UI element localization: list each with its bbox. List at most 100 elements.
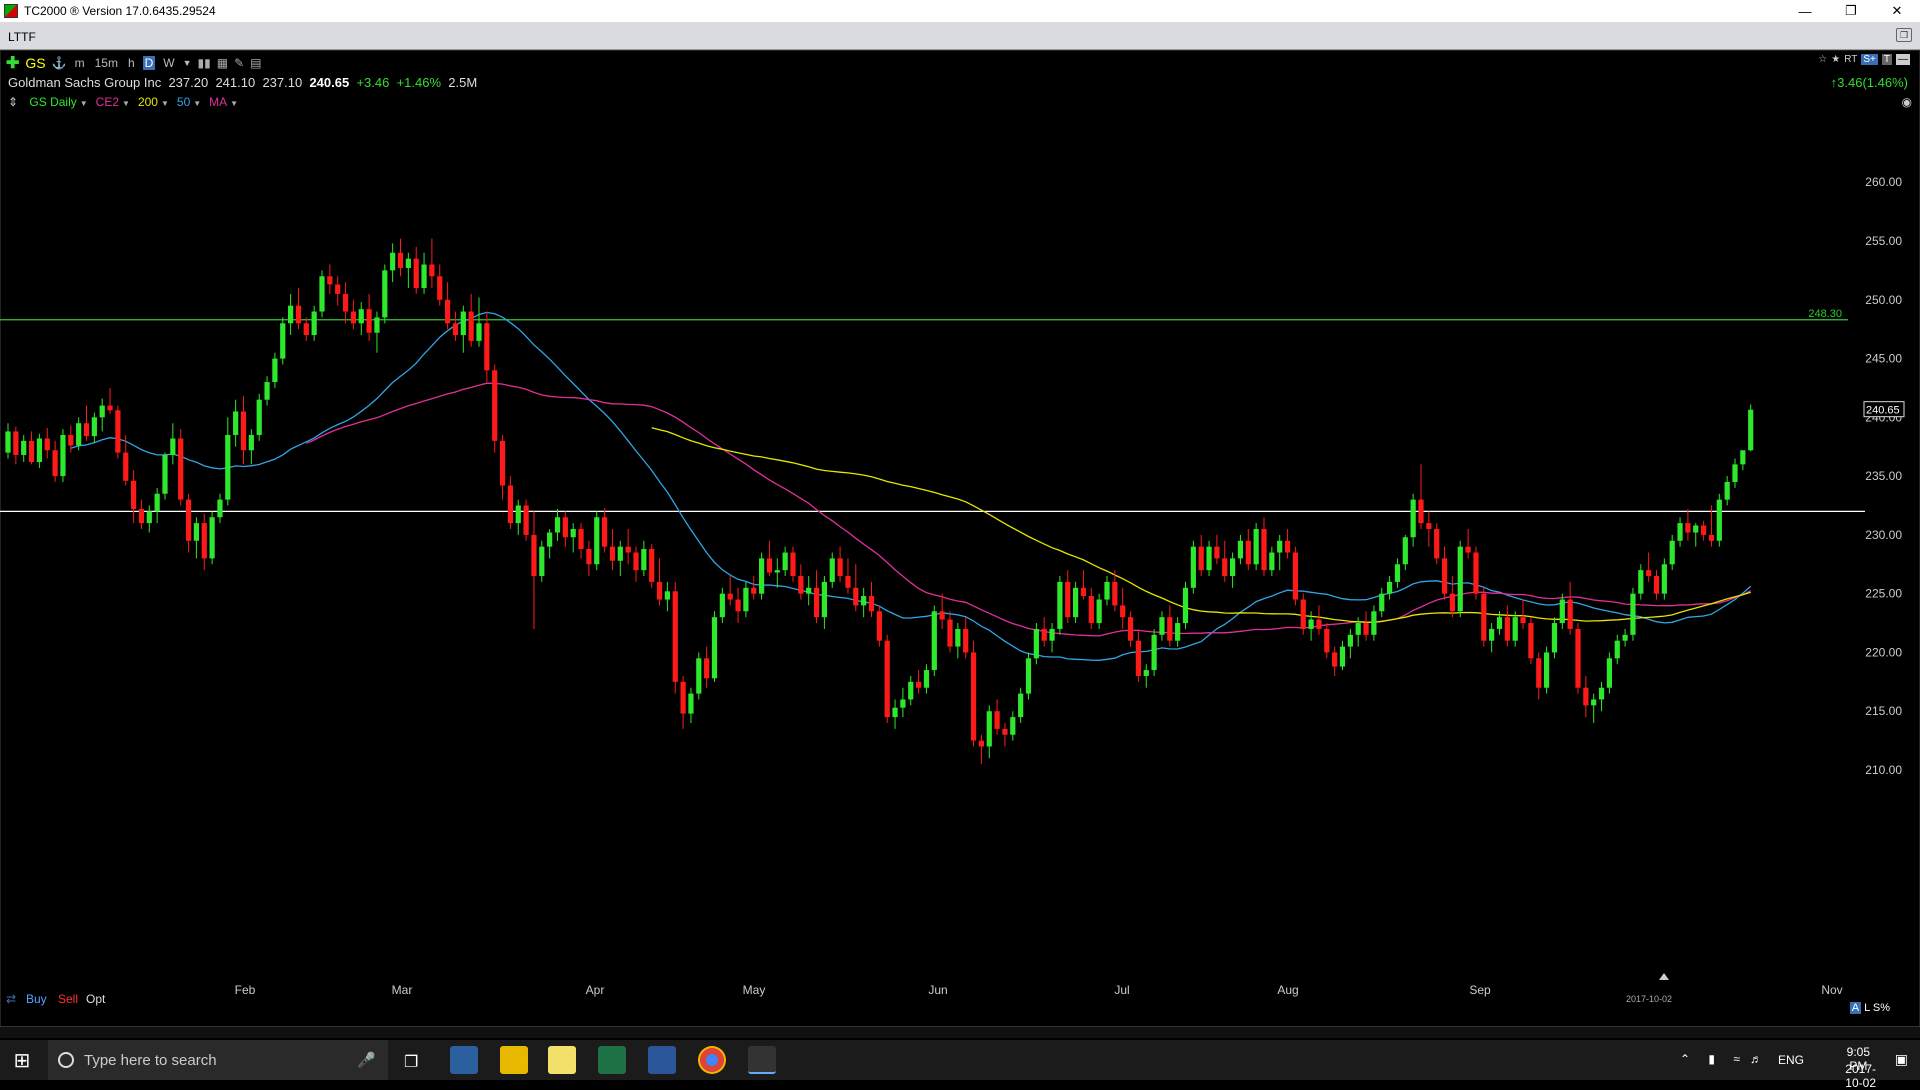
timeframe-w[interactable]: W (161, 56, 176, 70)
y-tick-label: 255.00 (1865, 234, 1902, 248)
candle-body (1230, 558, 1236, 577)
candle-body (656, 581, 663, 600)
wifi-icon[interactable]: ≈ (1733, 1052, 1740, 1066)
candle-body (1002, 728, 1008, 735)
microphone-icon[interactable]: 🎤 (357, 1051, 376, 1069)
candle-body (421, 264, 427, 289)
candle-body (1512, 617, 1518, 641)
candle-body (146, 511, 152, 524)
close-button[interactable]: ✕ (1874, 0, 1920, 22)
candle-body (201, 523, 207, 559)
action-center-icon[interactable]: ▣ (1895, 1051, 1908, 1068)
candle-body (774, 570, 780, 573)
options-button[interactable]: Opt (86, 992, 105, 1006)
candle-body (28, 440, 35, 463)
candle-body (154, 493, 160, 512)
search-circle-icon (58, 1052, 74, 1068)
windows-start-icon[interactable]: ⊞ (10, 1048, 34, 1072)
candle-body (633, 552, 639, 571)
scale-a[interactable]: A (1849, 1002, 1862, 1014)
restore-button[interactable]: ❐ (1828, 0, 1874, 22)
excel-icon[interactable] (598, 1046, 626, 1074)
candle-body (452, 323, 459, 336)
timeframe-d[interactable]: D (142, 56, 156, 70)
current-date-marker-icon (1659, 973, 1669, 980)
taskbar-app-icon[interactable] (450, 1046, 478, 1074)
scale-percent[interactable]: S% (1873, 1002, 1890, 1014)
horizontal-line-label: 248.30 (1808, 308, 1842, 320)
minimize-button[interactable]: — (1782, 0, 1828, 22)
candle-body (1237, 540, 1244, 559)
last-price-label: 240.65 (1866, 405, 1900, 417)
candle-body (680, 681, 686, 714)
symbol-label[interactable]: GS (25, 55, 45, 71)
price-chart[interactable]: 248.30 260.00255.00250.00245.00240.00235… (0, 100, 1920, 1040)
candle-body (554, 517, 561, 533)
star-outline-icon[interactable]: ☆ (1818, 54, 1827, 65)
timeframe-dropdown-icon[interactable]: ▼ (183, 58, 192, 68)
candle-body (641, 548, 647, 571)
pencil-icon[interactable]: ✎ (234, 56, 244, 70)
candle-body (1041, 628, 1047, 641)
candle-body (264, 382, 270, 400)
candle-body (1677, 523, 1683, 541)
clock-date[interactable]: 2017-10-02 (1845, 1062, 1876, 1090)
notes-icon[interactable]: ▤ (250, 56, 261, 70)
alert-icon[interactable]: S+ (1861, 54, 1878, 65)
trade-arrows-icon[interactable]: ⇄ (6, 992, 16, 1006)
language-indicator[interactable]: ENG (1778, 1053, 1804, 1067)
candle-body (1402, 537, 1408, 565)
sticky-notes-icon[interactable] (548, 1046, 576, 1074)
window-restore-icon[interactable]: ❐ (1896, 28, 1912, 42)
candle-body (1057, 581, 1063, 629)
battery-icon[interactable]: ▮ (1708, 1052, 1715, 1066)
y-tick-label: 210.00 (1865, 763, 1902, 777)
candle-body (1551, 623, 1558, 653)
candle-body (1018, 693, 1024, 718)
y-tick-label: 260.00 (1865, 175, 1902, 189)
candle-body (76, 423, 82, 446)
candle-body (1284, 540, 1291, 553)
candle-body (743, 587, 749, 612)
timeframe-m[interactable]: m (73, 56, 87, 70)
candle-body (209, 517, 215, 559)
buy-button[interactable]: Buy (26, 992, 47, 1006)
candle-body (68, 434, 74, 446)
candle-body (138, 509, 145, 524)
timeframe-h[interactable]: h (126, 56, 137, 70)
candle-body (52, 450, 58, 477)
tab-lttf[interactable]: LTTF (8, 30, 36, 44)
taskbar-search[interactable]: Type here to search 🎤 (48, 1040, 388, 1080)
tag-icon[interactable]: T (1881, 54, 1892, 65)
candle-body (609, 546, 616, 561)
candle-body (170, 438, 176, 455)
tray-chevron-icon[interactable]: ⌃ (1680, 1052, 1690, 1066)
scale-log[interactable]: L (1864, 1002, 1870, 1014)
zoom-range-row[interactable] (0, 1026, 1920, 1038)
drawing-tools-icon[interactable]: ▦ (217, 56, 228, 70)
star-icon[interactable]: ★ (1831, 54, 1840, 65)
candle-body (319, 276, 325, 312)
candle-body (861, 596, 867, 606)
sell-button[interactable]: Sell (58, 992, 78, 1006)
chart-type-icon[interactable]: ▮▮ (198, 56, 211, 70)
chrome-icon[interactable] (698, 1046, 726, 1074)
candle-body (1591, 699, 1597, 706)
candle-body (1394, 564, 1401, 582)
add-symbol-icon[interactable]: ✚ (6, 53, 19, 73)
candle-body (1716, 499, 1722, 541)
link-icon[interactable]: ⚓ (52, 56, 67, 70)
volume-icon[interactable]: ♬ (1750, 1052, 1762, 1066)
task-view-icon[interactable]: ❐ (404, 1052, 418, 1072)
scale-options[interactable]: A L S% (1849, 1002, 1890, 1014)
word-icon[interactable] (648, 1046, 676, 1074)
close-chart-icon[interactable]: — (1896, 54, 1910, 65)
timeframe-15m[interactable]: 15m (93, 56, 120, 70)
file-explorer-icon[interactable] (500, 1046, 528, 1074)
search-placeholder: Type here to search (84, 1051, 217, 1069)
rt-icon[interactable]: RT (1844, 54, 1857, 65)
tc2000-taskbar-icon[interactable] (748, 1046, 776, 1074)
candle-body (1489, 628, 1495, 641)
candle-body (876, 611, 882, 641)
candle-body (1583, 687, 1589, 706)
